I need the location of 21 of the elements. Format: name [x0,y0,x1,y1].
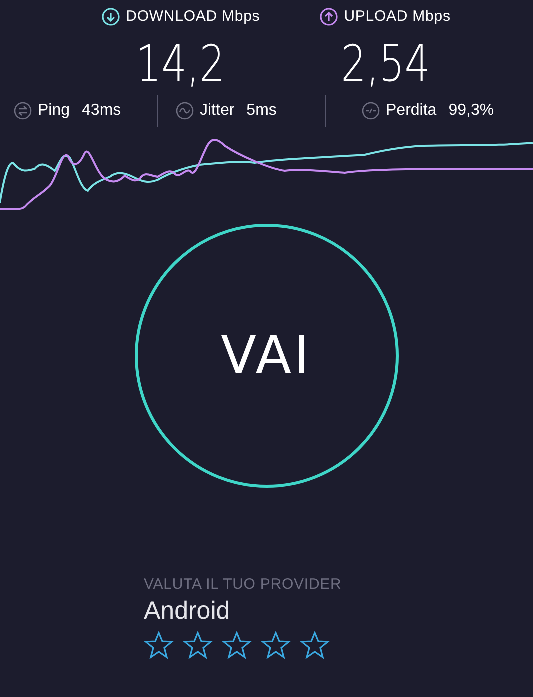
result-label: DOWNLOAD Mbps [126,7,260,27]
ping-icon [14,102,32,120]
stat-value: 99,3% [448,100,494,120]
result-value: 14,2 [136,38,226,88]
stat-value: 43ms [82,100,122,120]
rating-heading: VALUTA IL TUO PROVIDER [144,574,343,594]
stat-label: Ping [38,100,70,120]
stat-value: 5ms [246,100,277,120]
loss-icon [362,102,380,120]
result-value: 2,54 [341,38,430,88]
stat-label: Perdita [386,100,437,120]
star-icon[interactable] [183,631,213,660]
star-icon[interactable] [261,631,291,660]
provider-name: Android [144,596,232,627]
star-icon[interactable] [144,631,174,660]
start-button[interactable]: VAI [134,224,398,488]
star-icon[interactable] [222,631,252,660]
result-label: UPLOAD Mbps [344,7,451,27]
star-icon[interactable] [300,631,330,660]
stat-label: Jitter [200,100,235,120]
jitter-icon [176,102,194,120]
